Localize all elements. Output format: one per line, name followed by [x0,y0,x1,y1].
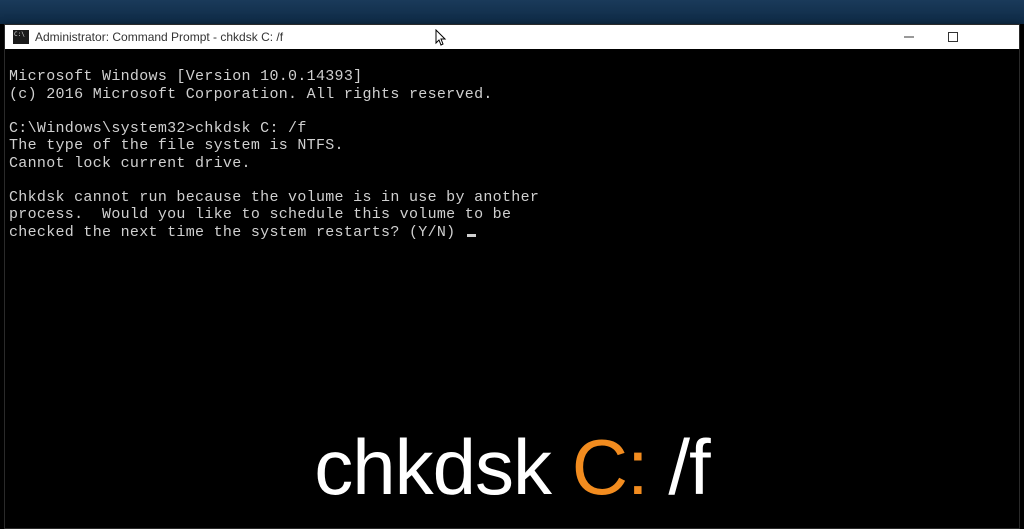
desktop-topbar [0,0,1024,24]
prompt-command: chkdsk C: /f [195,120,307,137]
terminal-question: checked the next time the system restart… [9,224,465,241]
terminal-line: process. Would you like to schedule this… [9,206,511,223]
overlay-caption: chkdsk C: /f [0,422,1024,513]
prompt-path: C:\Windows\system32> [9,120,195,137]
caption-part3: /f [648,423,710,511]
window-title: Administrator: Command Prompt - chkdsk C… [35,30,283,44]
terminal-prompt: C:\Windows\system32>chkdsk C: /f [9,120,307,137]
maximize-button[interactable] [931,25,975,49]
caption-part1: chkdsk [314,423,571,511]
terminal-line: The type of the file system is NTFS. [9,137,344,154]
cmd-icon [13,30,29,44]
terminal-line: Chkdsk cannot run because the volume is … [9,189,539,206]
window-titlebar[interactable]: Administrator: Command Prompt - chkdsk C… [5,25,1019,49]
mouse-cursor-icon [435,29,449,50]
minimize-button[interactable] [887,25,931,49]
text-cursor [467,234,476,237]
terminal-line: checked the next time the system restart… [9,224,476,241]
terminal-line: Cannot lock current drive. [9,155,251,172]
caption-accent: C: [572,423,648,511]
terminal-line: Microsoft Windows [Version 10.0.14393] [9,68,362,85]
terminal-line: (c) 2016 Microsoft Corporation. All righ… [9,86,493,103]
